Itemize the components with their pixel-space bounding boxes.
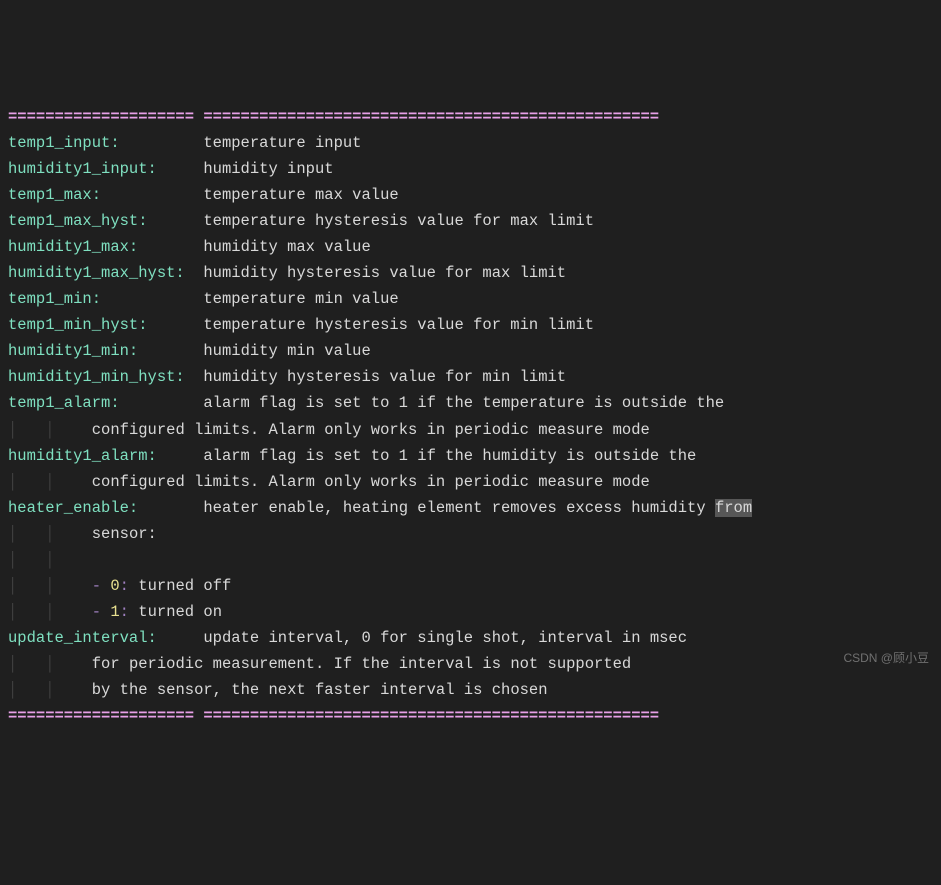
doc-row-cont: │ │ configured limits. Alarm only works … bbox=[0, 417, 941, 443]
doc-row: humidity1_max: humidity max value bbox=[0, 234, 941, 260]
doc-row: humidity1_alarm: alarm flag is set to 1 … bbox=[0, 443, 941, 469]
terminal-output: ==================== ===================… bbox=[0, 104, 941, 729]
doc-row-cont: │ │ sensor: bbox=[0, 521, 941, 547]
doc-row: temp1_alarm: alarm flag is set to 1 if t… bbox=[0, 390, 941, 416]
watermark: CSDN @顾小豆 bbox=[843, 648, 929, 668]
doc-row: humidity1_input: humidity input bbox=[0, 156, 941, 182]
doc-row: update_interval: update interval, 0 for … bbox=[0, 625, 941, 651]
doc-row: temp1_max: temperature max value bbox=[0, 182, 941, 208]
doc-row: temp1_min: temperature min value bbox=[0, 286, 941, 312]
doc-row-cont: │ │ - 0: turned off bbox=[0, 573, 941, 599]
doc-row: temp1_min_hyst: temperature hysteresis v… bbox=[0, 312, 941, 338]
doc-row: heater_enable: heater enable, heating el… bbox=[0, 495, 941, 521]
doc-row: humidity1_min: humidity min value bbox=[0, 338, 941, 364]
doc-row-cont: │ │ configured limits. Alarm only works … bbox=[0, 469, 941, 495]
doc-row-cont: │ │ bbox=[0, 547, 941, 573]
doc-row-cont: │ │ - 1: turned on bbox=[0, 599, 941, 625]
doc-row-cont: │ │ by the sensor, the next faster inter… bbox=[0, 677, 941, 703]
doc-row: temp1_max_hyst: temperature hysteresis v… bbox=[0, 208, 941, 234]
doc-row: humidity1_min_hyst: humidity hysteresis … bbox=[0, 364, 941, 390]
doc-row: humidity1_max_hyst: humidity hysteresis … bbox=[0, 260, 941, 286]
doc-row-cont: │ │ for periodic measurement. If the int… bbox=[0, 651, 941, 677]
doc-row: temp1_input: temperature input bbox=[0, 130, 941, 156]
